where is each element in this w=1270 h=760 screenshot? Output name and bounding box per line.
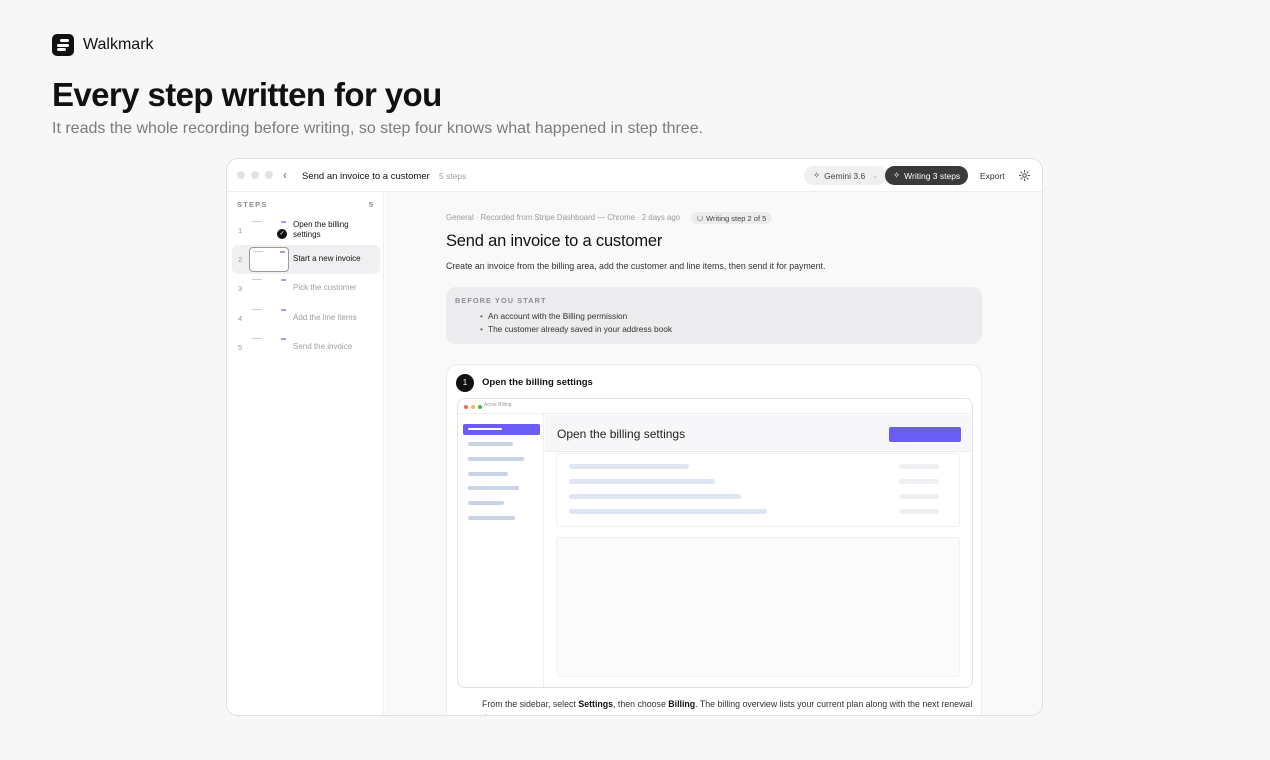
step-number: 2 bbox=[238, 255, 243, 264]
step-number: 4 bbox=[238, 314, 243, 323]
spinner-icon bbox=[697, 215, 703, 221]
step-title: Open the billing settings bbox=[482, 377, 593, 388]
step-number: 5 bbox=[238, 343, 243, 352]
check-icon: ✓ bbox=[277, 229, 287, 239]
step-label: Pick the customer bbox=[293, 283, 357, 292]
sidebar-step-5[interactable]: 5 Send the invoice bbox=[232, 333, 380, 362]
walkmark-logo-icon bbox=[52, 34, 74, 56]
screenshot-panel bbox=[556, 453, 960, 527]
step-thumbnail bbox=[249, 247, 289, 272]
screenshot-sidebar-line bbox=[468, 501, 504, 505]
step-text-part: From the sidebar, select bbox=[482, 699, 579, 709]
step-text-part: , then choose bbox=[613, 699, 669, 709]
gear-icon[interactable] bbox=[1018, 169, 1031, 182]
model-selector[interactable]: ✧ Gemini 3.6 ⌄ bbox=[804, 166, 888, 185]
screenshot-sidebar bbox=[458, 414, 544, 687]
list-item: An account with the Billing permission bbox=[480, 310, 672, 323]
screenshot-sidebar-line bbox=[468, 442, 513, 446]
screenshot-sidebar-line bbox=[468, 472, 508, 476]
screenshot-sidebar-line bbox=[468, 486, 519, 490]
screenshot-panel-line bbox=[899, 464, 939, 469]
step-thumbnail bbox=[249, 306, 289, 331]
sidebar-step-2[interactable]: 2 Start a new invoice bbox=[232, 245, 380, 274]
model-name: Gemini 3.6 bbox=[824, 170, 866, 181]
step-label: Start a new invoice bbox=[293, 254, 361, 263]
prerequisites-box: BEFORE YOU START An account with the Bil… bbox=[446, 287, 982, 344]
sparkle-icon: ✧ bbox=[813, 170, 821, 180]
doc-description: Create an invoice from the billing area,… bbox=[446, 261, 826, 271]
screenshot-app-label: Acme Billing bbox=[484, 402, 512, 408]
sidebar-step-3[interactable]: 3 Pick the customer bbox=[232, 274, 380, 303]
step-number-badge: 1 bbox=[456, 374, 474, 392]
step-card-1: 1 Open the billing settings Acme Billing bbox=[446, 364, 982, 715]
brand: Walkmark bbox=[52, 34, 154, 56]
screenshot-panel-line bbox=[569, 509, 767, 514]
step-description: From the sidebar, select Settings, then … bbox=[482, 697, 977, 715]
window-step-count: 5 steps bbox=[439, 171, 467, 181]
screenshot-active-item bbox=[463, 424, 540, 435]
screenshot-panel-line bbox=[569, 494, 741, 499]
step-text-bold: Settings bbox=[578, 699, 614, 709]
brand-name: Walkmark bbox=[83, 36, 154, 53]
chevron-down-icon: ⌄ bbox=[872, 172, 879, 180]
screenshot-sidebar-line bbox=[468, 457, 524, 461]
back-chevron-icon[interactable]: ‹ bbox=[283, 168, 287, 182]
sidebar-heading: STEPS bbox=[237, 200, 268, 209]
doc-meta: General · Recorded from Stripe Dashboard… bbox=[446, 213, 681, 222]
screenshot-titlebar: Acme Billing bbox=[458, 399, 972, 414]
step-screenshot: Acme Billing Open the billing settings bbox=[457, 398, 973, 688]
prerequisites-title: BEFORE YOU START bbox=[455, 296, 547, 305]
writing-status-button[interactable]: ✧ Writing 3 steps bbox=[885, 166, 969, 185]
list-item: The customer already saved in your addre… bbox=[480, 323, 672, 336]
writing-badge: Writing step 2 of 5 bbox=[691, 212, 773, 224]
screenshot-panel-line bbox=[899, 494, 939, 499]
screenshot-panel-line bbox=[569, 464, 689, 469]
window-topbar: ‹ Send an invoice to a customer 5 steps … bbox=[227, 159, 1042, 192]
step-number: 1 bbox=[238, 226, 243, 235]
screenshot-panel-line bbox=[899, 509, 939, 514]
step-number: 3 bbox=[238, 284, 243, 293]
screenshot-window-dots bbox=[464, 405, 482, 409]
document-area: General · Recorded from Stripe Dashboard… bbox=[385, 192, 1042, 715]
window-controls[interactable] bbox=[237, 171, 273, 179]
screenshot-header: Open the billing settings bbox=[545, 415, 972, 452]
step-label: Add the line items bbox=[293, 313, 357, 322]
screenshot-heading: Open the billing settings bbox=[557, 427, 686, 441]
doc-title: Send an invoice to a customer bbox=[446, 232, 663, 250]
sidebar-step-4[interactable]: 4 Add the line items bbox=[232, 304, 380, 333]
sparkle-icon: ✧ bbox=[893, 170, 901, 180]
hero-subtitle: It reads the whole recording before writ… bbox=[52, 120, 704, 137]
window-title: Send an invoice to a customer bbox=[302, 171, 430, 182]
screenshot-panel-line bbox=[569, 479, 715, 484]
prerequisites-list: An account with the Billing permission T… bbox=[480, 310, 672, 336]
sidebar-count: 5 bbox=[368, 200, 373, 209]
screenshot-sidebar-line bbox=[468, 516, 515, 520]
screenshot-panel-line bbox=[899, 479, 939, 484]
hero-title: Every step written for you bbox=[52, 76, 442, 113]
export-button[interactable]: Export bbox=[973, 166, 1012, 185]
steps-sidebar: STEPS 5 1 ✓ Open the billing settings 2 … bbox=[227, 192, 384, 715]
step-label: Open the billing settings bbox=[293, 220, 349, 239]
step-thumbnail bbox=[249, 276, 289, 301]
screenshot-panel-lower bbox=[556, 537, 960, 677]
app-window: ‹ Send an invoice to a customer 5 steps … bbox=[226, 158, 1043, 716]
step-thumbnail bbox=[249, 335, 289, 360]
writing-badge-label: Writing step 2 of 5 bbox=[706, 213, 767, 223]
screenshot-primary-button bbox=[889, 427, 961, 442]
step-label: Send the invoice bbox=[293, 342, 353, 351]
sidebar-step-1[interactable]: 1 ✓ Open the billing settings bbox=[232, 216, 380, 245]
writing-status-label: Writing 3 steps bbox=[904, 170, 961, 181]
step-text-bold: Billing bbox=[668, 699, 696, 709]
